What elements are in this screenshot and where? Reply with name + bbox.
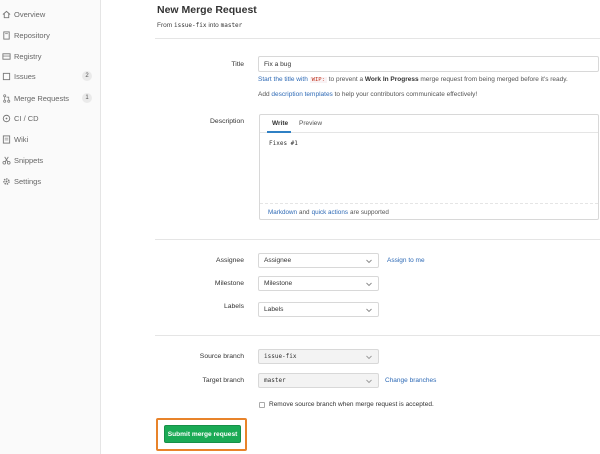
sidebar-item-settings[interactable]: Settings <box>0 173 101 189</box>
sidebar-item-label: Merge Requests <box>14 93 70 103</box>
remove-source-branch-checkbox[interactable] <box>259 402 265 408</box>
wip-help-text: Start the title with WIP: to prevent a W… <box>258 76 568 83</box>
assignee-value: Assignee <box>264 257 292 264</box>
description-footer: Markdown and quick actions are supported <box>260 203 598 220</box>
assignee-label: Assignee <box>216 257 244 264</box>
home-icon <box>2 10 11 19</box>
sidebar-item-repository[interactable]: Repository <box>0 27 101 43</box>
chevron-down-icon <box>366 259 372 263</box>
remove-source-branch-label: Remove source branch when merge request … <box>269 401 434 408</box>
templates-help-rest: to help your contributors communicate ef… <box>334 91 478 98</box>
description-templates-link[interactable]: description templates <box>271 91 332 98</box>
chevron-down-icon <box>366 355 372 359</box>
milestone-label: Milestone <box>214 280 244 287</box>
page-title: New Merge Request <box>157 4 257 16</box>
sidebar-item-registry[interactable]: Registry <box>0 48 101 64</box>
milestone-dropdown[interactable]: Milestone <box>258 276 379 291</box>
into-word: into <box>208 22 219 29</box>
target-branch-select[interactable]: master <box>258 373 379 388</box>
from-prefix: From <box>157 22 173 29</box>
merge-requests-count-badge: 1 <box>82 93 92 103</box>
sidebar-item-label: Settings <box>14 176 42 186</box>
title-input[interactable]: Fix a bug <box>258 56 599 72</box>
sidebar-item-label: Overview <box>14 9 46 19</box>
header-divider <box>155 38 600 39</box>
wip-help-link[interactable]: Start the title with <box>258 76 308 83</box>
labels-value: Labels <box>264 306 284 313</box>
wip-code: WIP: <box>309 77 327 83</box>
sidebar-item-label: Issues <box>14 71 36 81</box>
labels-label: Labels <box>223 303 244 310</box>
assign-to-me-link[interactable]: Assign to me <box>387 257 425 264</box>
tab-preview[interactable]: Preview <box>299 120 322 127</box>
wip-help-bold: Work In Progress <box>364 76 419 83</box>
sidebar-item-label: Repository <box>14 30 50 40</box>
sidebar: Overview Repository Registry Issues 2 Me… <box>0 0 101 454</box>
markdown-link[interactable]: Markdown <box>268 209 297 216</box>
description-textarea[interactable]: Fixes #1 <box>269 140 298 147</box>
wiki-icon <box>2 134 11 144</box>
issues-count-badge: 2 <box>82 71 92 81</box>
milestone-value: Milestone <box>264 280 293 287</box>
chevron-down-icon <box>366 282 372 286</box>
submit-merge-request-button[interactable]: Submit merge request <box>164 425 241 443</box>
description-editor: Write Preview Fixes #1 Markdown and quic… <box>259 114 599 220</box>
footer-and: and <box>299 208 310 216</box>
target-branch-name: master <box>220 22 243 29</box>
description-label: Description <box>210 118 244 125</box>
templates-help-prefix: Add <box>258 91 270 98</box>
tab-write[interactable]: Write <box>272 120 288 127</box>
quick-actions-link[interactable]: quick actions <box>312 209 348 216</box>
settings-icon <box>2 177 11 186</box>
sidebar-item-issues[interactable]: Issues 2 <box>0 68 101 84</box>
title-label: Title <box>231 61 244 68</box>
sidebar-item-wiki[interactable]: Wiki <box>0 131 101 147</box>
sidebar-item-label: Registry <box>14 51 42 61</box>
source-branch-select[interactable]: issue-fix <box>258 349 379 364</box>
source-branch-value: issue-fix <box>264 353 297 360</box>
source-branch-label: Source branch <box>199 353 244 360</box>
snippets-icon <box>2 156 11 165</box>
registry-icon <box>2 52 11 61</box>
sidebar-item-merge-requests[interactable]: Merge Requests 1 <box>0 90 101 106</box>
chevron-down-icon <box>366 308 372 312</box>
merge-request-icon <box>2 93 11 103</box>
section-divider <box>155 239 600 240</box>
repository-icon <box>2 30 11 40</box>
description-tabs: Write Preview <box>260 115 598 133</box>
wip-help-rest: merge request from being merged before i… <box>420 76 568 83</box>
wip-help-mid: to prevent a <box>328 76 364 83</box>
footer-rest: are supported <box>349 208 389 216</box>
issues-icon <box>2 72 11 81</box>
templates-help-text: Add description templates to help your c… <box>258 91 477 98</box>
assignee-dropdown[interactable]: Assignee <box>258 253 379 268</box>
sidebar-item-label: Snippets <box>14 155 44 165</box>
source-branch-name: issue-fix <box>173 22 207 29</box>
target-branch-value: master <box>264 377 286 384</box>
sidebar-item-label: Wiki <box>14 134 29 144</box>
sidebar-item-overview[interactable]: Overview <box>0 6 101 22</box>
sidebar-item-label: CI / CD <box>14 113 39 123</box>
branch-summary: From issue-fix into master <box>157 22 242 29</box>
active-tab-indicator <box>267 131 291 133</box>
target-branch-label: Target branch <box>202 377 244 384</box>
sidebar-item-ci-cd[interactable]: CI / CD <box>0 110 101 126</box>
change-branches-link[interactable]: Change branches <box>385 377 436 384</box>
sidebar-item-snippets[interactable]: Snippets <box>0 152 101 168</box>
chevron-down-icon <box>366 379 372 383</box>
labels-dropdown[interactable]: Labels <box>258 302 379 317</box>
section-divider <box>155 335 600 336</box>
ci-cd-icon <box>2 114 11 123</box>
